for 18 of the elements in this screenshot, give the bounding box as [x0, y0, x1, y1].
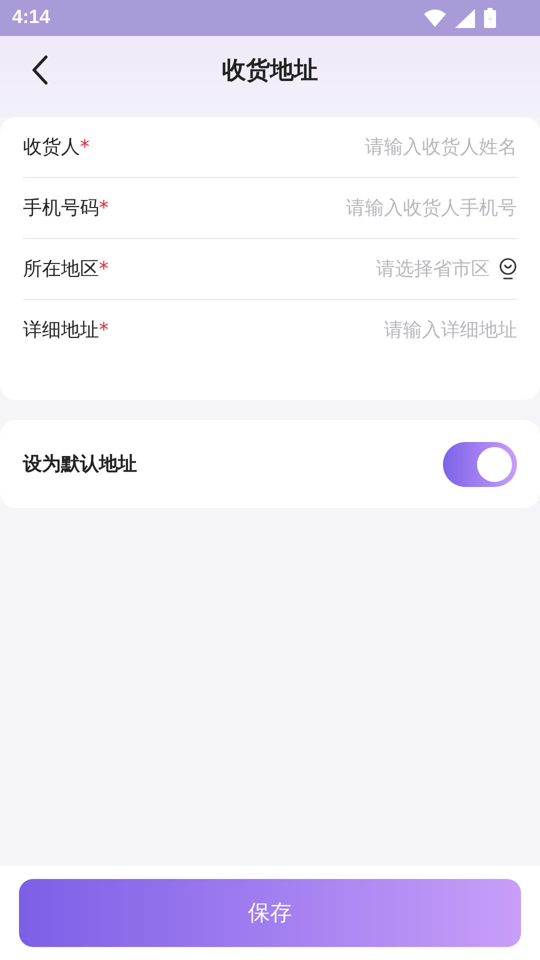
- field-label: 收货人*: [23, 135, 90, 160]
- location-pin-icon[interactable]: [499, 258, 517, 280]
- save-button[interactable]: 保存: [19, 879, 521, 947]
- page-title: 收货地址: [222, 55, 318, 86]
- battery-icon: [484, 8, 496, 28]
- field-label: 所在地区*: [23, 257, 108, 282]
- default-toggle[interactable]: [443, 442, 517, 486]
- signal-icon: [455, 8, 475, 28]
- field-label: 详细地址*: [23, 318, 108, 343]
- region-picker[interactable]: 请选择省市区: [108, 258, 490, 280]
- wifi-icon: [424, 9, 446, 27]
- input-field[interactable]: 请输入收货人手机号: [108, 197, 517, 219]
- status-time: 4:14: [12, 7, 50, 29]
- back-button[interactable]: [30, 54, 50, 86]
- field-label: 手机号码*: [23, 196, 108, 221]
- input-field[interactable]: 请输入收货人姓名: [90, 136, 517, 158]
- input-field[interactable]: 请输入详细地址: [108, 319, 517, 341]
- setting-label: 设为默认地址: [23, 452, 137, 477]
